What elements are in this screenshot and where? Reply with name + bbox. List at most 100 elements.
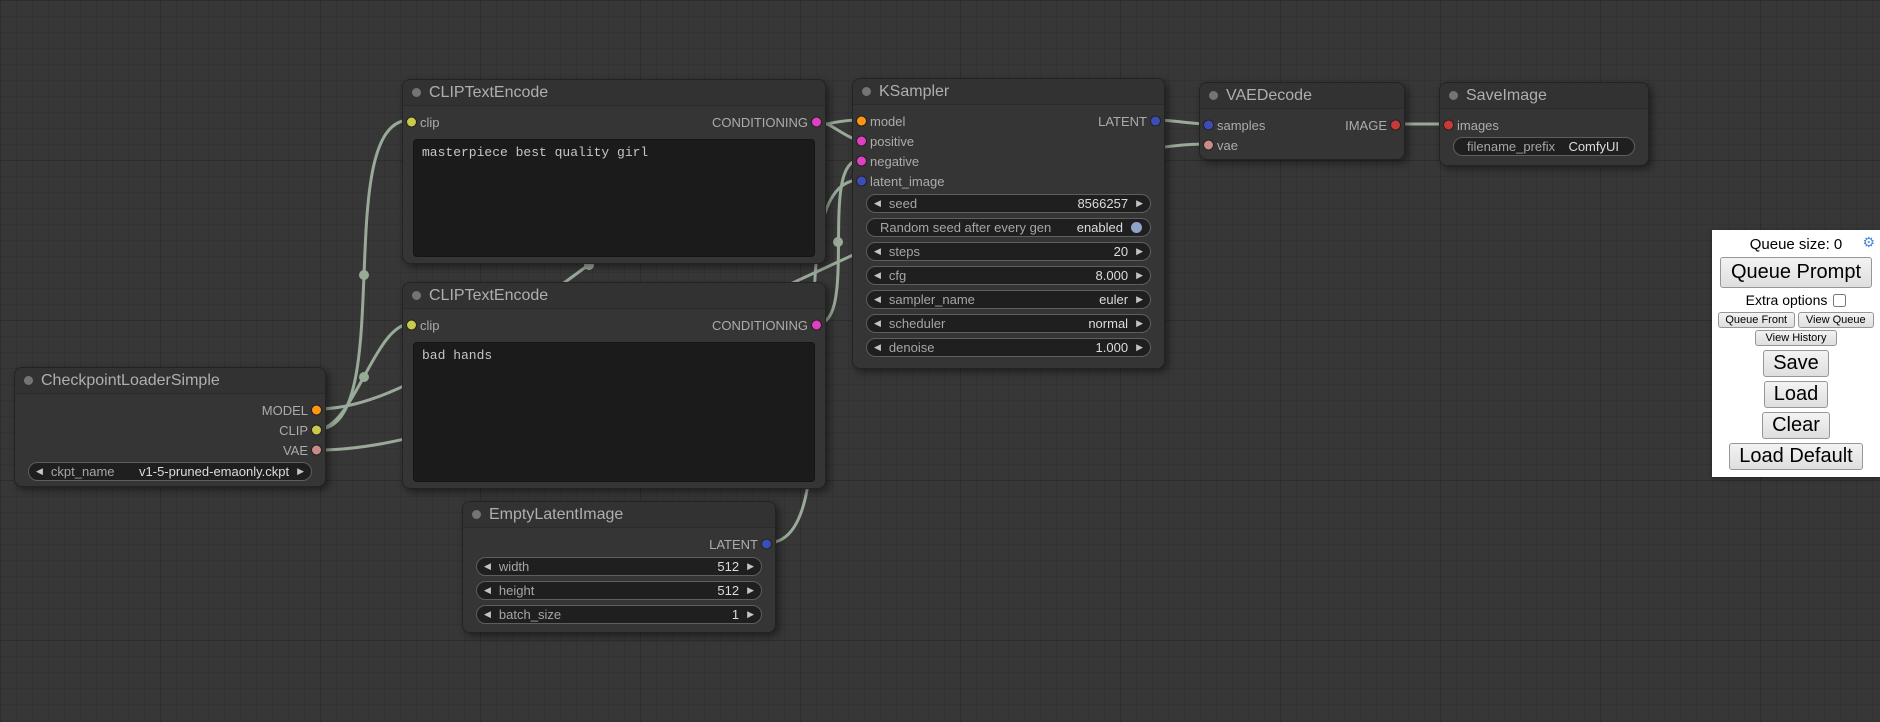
load-button[interactable]: Load <box>1764 381 1829 408</box>
collapse-dot-icon[interactable] <box>1449 91 1458 100</box>
decrement-arrow-icon[interactable]: ◀ <box>484 610 491 619</box>
batch-size-number-widget[interactable]: ◀ batch_size 1 ▶ <box>476 605 762 624</box>
input-label-model: model <box>870 114 905 129</box>
clip-input-port[interactable] <box>407 118 416 127</box>
collapse-dot-icon[interactable] <box>1209 91 1218 100</box>
sampler-name-combo-widget[interactable]: ◀ sampler_name euler ▶ <box>866 290 1151 309</box>
save-button[interactable]: Save <box>1763 350 1829 377</box>
node-title-bar[interactable]: EmptyLatentImage <box>463 502 775 528</box>
decrement-arrow-icon[interactable]: ◀ <box>874 199 881 208</box>
decrement-arrow-icon[interactable]: ◀ <box>36 467 43 476</box>
images-input-port[interactable] <box>1444 121 1453 130</box>
node-title: EmptyLatentImage <box>489 506 623 524</box>
decrement-arrow-icon[interactable]: ◀ <box>484 586 491 595</box>
output-label-conditioning: CONDITIONING <box>712 318 808 333</box>
node-title-bar[interactable]: CheckpointLoaderSimple <box>15 368 325 394</box>
node-title: KSampler <box>879 83 949 101</box>
random-seed-toggle-widget[interactable]: Random seed after every gen enabled <box>866 218 1151 237</box>
node-graph-canvas[interactable]: CheckpointLoaderSimple MODEL CLIP VAE ◀ … <box>0 0 1880 722</box>
toggle-on-indicator[interactable] <box>1131 222 1142 233</box>
cfg-number-widget[interactable]: ◀ cfg 8.000 ▶ <box>866 266 1151 285</box>
node-title-bar[interactable]: CLIPTextEncode <box>403 283 825 309</box>
steps-number-widget[interactable]: ◀ steps 20 ▶ <box>866 242 1151 261</box>
increment-arrow-icon[interactable]: ▶ <box>297 467 304 476</box>
positive-prompt-textarea[interactable]: masterpiece best quality girl <box>413 139 815 257</box>
filename-prefix-text-widget[interactable]: filename_prefix ComfyUI <box>1453 137 1635 156</box>
node-title: VAEDecode <box>1226 87 1312 105</box>
ckpt-name-combo-widget[interactable]: ◀ ckpt_name v1-5-pruned-emaonly.ckpt ▶ <box>28 462 312 481</box>
conditioning-output-port[interactable] <box>812 321 821 330</box>
clear-button[interactable]: Clear <box>1762 412 1830 439</box>
decrement-arrow-icon[interactable]: ◀ <box>874 247 881 256</box>
decrement-arrow-icon[interactable]: ◀ <box>484 562 491 571</box>
decrement-arrow-icon[interactable]: ◀ <box>874 271 881 280</box>
slot-row: clip CONDITIONING <box>403 315 825 335</box>
widget-value: 8566257 <box>917 196 1128 211</box>
link-midpoint-dot <box>359 372 369 382</box>
node-title: CLIPTextEncode <box>429 287 548 305</box>
input-label-clip: clip <box>420 115 440 130</box>
latent-output-port[interactable] <box>762 540 771 549</box>
collapse-dot-icon[interactable] <box>412 291 421 300</box>
latent-output-port[interactable] <box>1151 117 1160 126</box>
decrement-arrow-icon[interactable]: ◀ <box>874 295 881 304</box>
extra-options-checkbox[interactable] <box>1833 294 1846 307</box>
slot-row: VAE <box>15 440 325 460</box>
comfy-menu-panel: Queue size: 0 ⚙ Queue Prompt Extra optio… <box>1712 230 1880 477</box>
collapse-dot-icon[interactable] <box>472 510 481 519</box>
widget-value: v1-5-pruned-emaonly.ckpt <box>115 464 290 479</box>
increment-arrow-icon[interactable]: ▶ <box>747 610 754 619</box>
increment-arrow-icon[interactable]: ▶ <box>1136 319 1143 328</box>
load-default-button[interactable]: Load Default <box>1729 443 1862 470</box>
vae-input-port[interactable] <box>1204 141 1213 150</box>
conditioning-output-port[interactable] <box>812 118 821 127</box>
image-output-port[interactable] <box>1391 121 1400 130</box>
collapse-dot-icon[interactable] <box>24 376 33 385</box>
widget-value: ComfyUI <box>1555 139 1619 154</box>
node-clip-text-encode-negative: CLIPTextEncode clip CONDITIONING bad han… <box>402 282 826 489</box>
scheduler-combo-widget[interactable]: ◀ scheduler normal ▶ <box>866 314 1151 333</box>
node-title-bar[interactable]: KSampler <box>853 79 1164 105</box>
increment-arrow-icon[interactable]: ▶ <box>1136 199 1143 208</box>
settings-gear-icon[interactable]: ⚙ <box>1862 235 1875 249</box>
increment-arrow-icon[interactable]: ▶ <box>1136 343 1143 352</box>
view-history-button[interactable]: View History <box>1755 330 1838 346</box>
decrement-arrow-icon[interactable]: ◀ <box>874 319 881 328</box>
samples-input-port[interactable] <box>1204 121 1213 130</box>
width-number-widget[interactable]: ◀ width 512 ▶ <box>476 557 762 576</box>
link-clip-to-positive-prompt <box>318 120 410 429</box>
increment-arrow-icon[interactable]: ▶ <box>747 562 754 571</box>
widget-value: 512 <box>534 583 739 598</box>
seed-number-widget[interactable]: ◀ seed 8566257 ▶ <box>866 194 1151 213</box>
clip-output-port[interactable] <box>312 426 321 435</box>
node-title-bar[interactable]: CLIPTextEncode <box>403 80 825 106</box>
widget-value: euler <box>975 292 1128 307</box>
increment-arrow-icon[interactable]: ▶ <box>1136 247 1143 256</box>
queue-prompt-button[interactable]: Queue Prompt <box>1720 257 1872 288</box>
output-label-vae: VAE <box>283 443 308 458</box>
increment-arrow-icon[interactable]: ▶ <box>747 586 754 595</box>
positive-input-port[interactable] <box>857 137 866 146</box>
node-title-bar[interactable]: VAEDecode <box>1200 83 1404 109</box>
view-queue-button[interactable]: View Queue <box>1798 312 1875 328</box>
increment-arrow-icon[interactable]: ▶ <box>1136 295 1143 304</box>
negative-input-port[interactable] <box>857 157 866 166</box>
negative-prompt-textarea[interactable]: bad hands <box>413 342 815 482</box>
widget-label: Random seed after every gen <box>880 220 1051 235</box>
clip-input-port[interactable] <box>407 321 416 330</box>
widget-label: seed <box>889 196 917 211</box>
model-output-port[interactable] <box>312 406 321 415</box>
vae-output-port[interactable] <box>312 446 321 455</box>
widget-value: 512 <box>529 559 739 574</box>
collapse-dot-icon[interactable] <box>412 88 421 97</box>
increment-arrow-icon[interactable]: ▶ <box>1136 271 1143 280</box>
height-number-widget[interactable]: ◀ height 512 ▶ <box>476 581 762 600</box>
model-input-port[interactable] <box>857 117 866 126</box>
node-title-bar[interactable]: SaveImage <box>1440 83 1648 109</box>
collapse-dot-icon[interactable] <box>862 87 871 96</box>
decrement-arrow-icon[interactable]: ◀ <box>874 343 881 352</box>
latent-image-input-port[interactable] <box>857 177 866 186</box>
node-checkpoint-loader-simple: CheckpointLoaderSimple MODEL CLIP VAE ◀ … <box>14 367 326 487</box>
queue-front-button[interactable]: Queue Front <box>1718 312 1795 328</box>
denoise-number-widget[interactable]: ◀ denoise 1.000 ▶ <box>866 338 1151 357</box>
